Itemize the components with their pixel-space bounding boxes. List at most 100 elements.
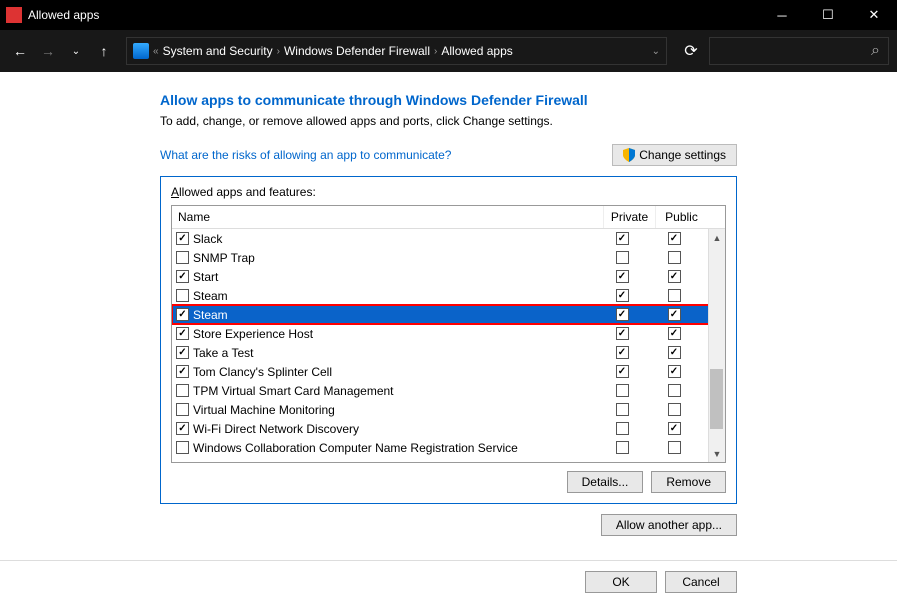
table-row[interactable]: Windows Collaboration Computer Name Regi… (172, 438, 725, 457)
recent-dropdown[interactable]: ⌄ (64, 39, 88, 63)
table-header: Name Private Public (172, 206, 725, 229)
table-row[interactable]: SNMP Trap (172, 248, 725, 267)
app-name: SNMP Trap (193, 251, 255, 265)
app-icon (6, 7, 22, 23)
private-checkbox[interactable] (616, 289, 629, 302)
window-title: Allowed apps (28, 8, 759, 22)
enable-checkbox[interactable] (176, 403, 189, 416)
scroll-thumb[interactable] (710, 369, 723, 429)
enable-checkbox[interactable] (176, 232, 189, 245)
minimize-button[interactable]: ─ (759, 0, 805, 30)
details-button[interactable]: Details... (567, 471, 644, 493)
breadcrumb[interactable]: « System and Security › Windows Defender… (126, 37, 667, 65)
private-checkbox[interactable] (616, 403, 629, 416)
table-row[interactable]: Steam (172, 305, 725, 324)
enable-checkbox[interactable] (176, 346, 189, 359)
app-name: Steam (193, 308, 228, 322)
col-name[interactable]: Name (172, 206, 603, 228)
table-row[interactable]: TPM Virtual Smart Card Management (172, 381, 725, 400)
table-row[interactable]: Start (172, 267, 725, 286)
search-icon: ⌕ (871, 42, 880, 60)
up-button[interactable]: ↑ (92, 39, 116, 63)
table-row[interactable]: Tom Clancy's Splinter Cell (172, 362, 725, 381)
risk-link[interactable]: What are the risks of allowing an app to… (160, 148, 451, 162)
col-public[interactable]: Public (655, 206, 707, 228)
control-panel-icon (133, 43, 149, 59)
public-checkbox[interactable] (668, 308, 681, 321)
back-button[interactable]: ← (8, 39, 32, 63)
private-checkbox[interactable] (616, 251, 629, 264)
table-row[interactable]: Slack (172, 229, 725, 248)
public-checkbox[interactable] (668, 232, 681, 245)
private-checkbox[interactable] (616, 346, 629, 359)
breadcrumb-item[interactable]: System and Security (163, 44, 273, 58)
table-body: Slack SNMP Trap Start Steam Steam Store Exper… (172, 229, 725, 462)
cancel-button[interactable]: Cancel (665, 571, 737, 593)
enable-checkbox[interactable] (176, 251, 189, 264)
enable-checkbox[interactable] (176, 327, 189, 340)
chevron-icon: « (153, 46, 159, 57)
table-row[interactable]: Steam (172, 286, 725, 305)
public-checkbox[interactable] (668, 251, 681, 264)
page-subtext: To add, change, or remove allowed apps a… (160, 114, 737, 128)
chevron-icon: › (434, 46, 437, 57)
col-private[interactable]: Private (603, 206, 655, 228)
enable-checkbox[interactable] (176, 289, 189, 302)
app-name: Virtual Machine Monitoring (193, 403, 335, 417)
app-name: Take a Test (193, 346, 253, 360)
public-checkbox[interactable] (668, 327, 681, 340)
private-checkbox[interactable] (616, 384, 629, 397)
scroll-up-icon[interactable]: ▲ (709, 229, 725, 246)
enable-checkbox[interactable] (176, 441, 189, 454)
private-checkbox[interactable] (616, 422, 629, 435)
scrollbar[interactable]: ▲ ▼ (708, 229, 725, 462)
app-name: Slack (193, 232, 222, 246)
public-checkbox[interactable] (668, 422, 681, 435)
table-row[interactable]: Store Experience Host (172, 324, 725, 343)
public-checkbox[interactable] (668, 289, 681, 302)
public-checkbox[interactable] (668, 403, 681, 416)
shield-icon (623, 148, 635, 162)
private-checkbox[interactable] (616, 232, 629, 245)
breadcrumb-item[interactable]: Windows Defender Firewall (284, 44, 430, 58)
change-settings-label: Change settings (639, 148, 726, 162)
maximize-button[interactable]: ☐ (805, 0, 851, 30)
remove-button[interactable]: Remove (651, 471, 726, 493)
dropdown-icon[interactable]: ⌄ (652, 46, 660, 57)
enable-checkbox[interactable] (176, 270, 189, 283)
footer: OK Cancel (0, 560, 897, 593)
change-settings-button[interactable]: Change settings (612, 144, 737, 166)
private-checkbox[interactable] (616, 365, 629, 378)
public-checkbox[interactable] (668, 270, 681, 283)
enable-checkbox[interactable] (176, 422, 189, 435)
private-checkbox[interactable] (616, 441, 629, 454)
app-name: TPM Virtual Smart Card Management (193, 384, 394, 398)
private-checkbox[interactable] (616, 308, 629, 321)
app-name: Wi-Fi Direct Network Discovery (193, 422, 359, 436)
refresh-button[interactable]: ⟳ (677, 37, 705, 65)
enable-checkbox[interactable] (176, 384, 189, 397)
table-row[interactable]: Wi-Fi Direct Network Discovery (172, 419, 725, 438)
titlebar: Allowed apps ─ ☐ ✕ (0, 0, 897, 30)
table-row[interactable]: Take a Test (172, 343, 725, 362)
apps-table: Name Private Public SlackSNMP TrapStartS… (171, 205, 726, 463)
app-name: Windows Collaboration Computer Name Regi… (193, 441, 518, 455)
private-checkbox[interactable] (616, 327, 629, 340)
ok-button[interactable]: OK (585, 571, 657, 593)
allow-another-app-button[interactable]: Allow another app... (601, 514, 737, 536)
close-button[interactable]: ✕ (851, 0, 897, 30)
app-name: Store Experience Host (193, 327, 313, 341)
enable-checkbox[interactable] (176, 365, 189, 378)
table-row[interactable]: Virtual Machine Monitoring (172, 400, 725, 419)
scroll-down-icon[interactable]: ▼ (709, 445, 725, 462)
forward-button[interactable]: → (36, 39, 60, 63)
public-checkbox[interactable] (668, 384, 681, 397)
enable-checkbox[interactable] (176, 308, 189, 321)
search-input[interactable]: ⌕ (709, 37, 889, 65)
public-checkbox[interactable] (668, 365, 681, 378)
public-checkbox[interactable] (668, 346, 681, 359)
breadcrumb-item[interactable]: Allowed apps (441, 44, 512, 58)
public-checkbox[interactable] (668, 441, 681, 454)
private-checkbox[interactable] (616, 270, 629, 283)
app-name: Steam (193, 289, 228, 303)
